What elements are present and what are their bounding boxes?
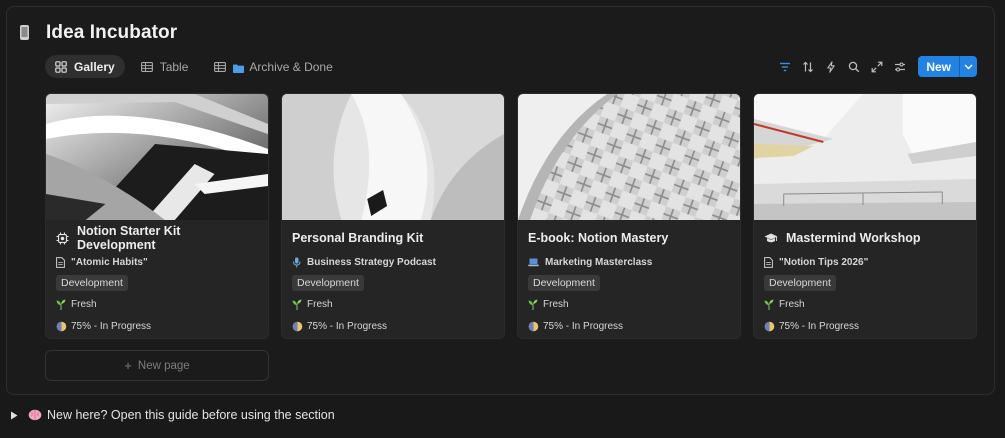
chevron-down-icon [964, 64, 973, 69]
card-title: Mastermind Workshop [764, 229, 966, 247]
card-title: Personal Branding Kit [292, 229, 494, 247]
status-text: Fresh [307, 299, 333, 310]
tab-label: Gallery [74, 59, 115, 74]
plus-icon: + [124, 358, 132, 373]
status-field: Fresh [764, 297, 966, 312]
half-circle-icon [528, 321, 539, 332]
half-circle-icon [292, 321, 303, 332]
category-tag: Development [292, 275, 364, 291]
progress-text: 75% - In Progress [307, 321, 388, 332]
tab-label: Archive & Done [249, 59, 333, 74]
tab-label: Table [159, 59, 189, 74]
card-title-text: Notion Starter Kit Development [77, 224, 181, 252]
category-tag: Development [764, 275, 836, 291]
table-icon [214, 61, 227, 72]
settings-sliders-icon[interactable] [889, 56, 910, 77]
card-title-text: Personal Branding Kit [292, 231, 424, 245]
guide-toggle[interactable]: New here? Open this guide before using t… [10, 408, 335, 422]
document-icon [56, 256, 65, 268]
progress-field: 75% - In Progress [56, 319, 258, 334]
filter-icon[interactable] [774, 56, 795, 77]
category-tag: Development [528, 275, 600, 291]
search-icon[interactable] [843, 56, 864, 77]
progress-text: 75% - In Progress [543, 321, 624, 332]
brain-icon [28, 409, 42, 421]
card-title: Notion Starter Kit Development [56, 224, 258, 252]
table-icon [140, 61, 153, 72]
gallery-card[interactable]: Notion Starter Kit Development "Atomic H… [45, 93, 269, 339]
relation-link[interactable]: Business Strategy Podcast [292, 254, 494, 270]
new-button[interactable]: New [918, 56, 959, 77]
status-field: Fresh [528, 297, 730, 312]
phone-icon [18, 23, 32, 43]
view-tabs: Gallery Table Archive & Done [45, 55, 343, 78]
microphone-icon [292, 257, 301, 268]
progress-field: 75% - In Progress [764, 319, 966, 334]
relation-text: "Atomic Habits" [71, 256, 148, 268]
lightning-icon[interactable] [820, 56, 841, 77]
card-title: E-book: Notion Mastery [528, 229, 730, 247]
laptop-icon [528, 258, 539, 267]
progress-text: 75% - In Progress [71, 321, 152, 332]
tab-gallery[interactable]: Gallery [45, 55, 125, 78]
new-page-button[interactable]: + New page [45, 350, 269, 381]
relation-text: "Notion Tips 2026" [779, 256, 869, 268]
new-page-label: New page [137, 359, 190, 372]
status-field: Fresh [292, 297, 494, 312]
relation-text: Marketing Masterclass [545, 256, 653, 268]
gallery-card[interactable]: Personal Branding Kit Business Strategy … [281, 93, 505, 339]
guide-toggle-label: New here? Open this guide before using t… [47, 408, 335, 422]
cover-image [46, 94, 268, 220]
seedling-icon [292, 299, 302, 310]
page-header: Idea Incubator [18, 22, 177, 44]
sort-icon[interactable] [797, 56, 818, 77]
new-dropdown-button[interactable] [959, 56, 977, 77]
status-text: Fresh [543, 299, 569, 310]
gallery-card[interactable]: E-book: Notion Mastery Marketing Masterc… [517, 93, 741, 339]
progress-text: 75% - In Progress [779, 321, 860, 332]
cover-image [518, 94, 740, 220]
relation-text: Business Strategy Podcast [307, 256, 436, 268]
seedling-icon [764, 299, 774, 310]
seedling-icon [56, 299, 66, 310]
half-circle-icon [764, 321, 775, 332]
cover-image [282, 94, 504, 220]
status-field: Fresh [56, 297, 258, 312]
view-toolbar: New [772, 56, 977, 77]
progress-field: 75% - In Progress [292, 319, 494, 334]
expand-icon[interactable] [866, 56, 887, 77]
page-title: Idea Incubator [46, 22, 178, 43]
status-text: Fresh [779, 299, 805, 310]
relation-link[interactable]: "Atomic Habits" [56, 254, 258, 270]
cover-image [754, 94, 976, 220]
triangle-right-icon[interactable] [10, 411, 18, 420]
status-text: Fresh [71, 299, 97, 310]
graduation-cap-icon [764, 233, 778, 244]
category-tag: Development [56, 275, 128, 291]
tab-archive-done[interactable]: Archive & Done [204, 55, 342, 78]
progress-field: 75% - In Progress [528, 319, 730, 334]
gallery-card[interactable]: Mastermind Workshop "Notion Tips 2026" D… [753, 93, 977, 339]
tab-table[interactable]: Table [131, 55, 199, 78]
new-button-group: New [918, 56, 977, 77]
card-title-text: E-book: Notion Mastery [528, 231, 669, 245]
folder-icon [233, 62, 245, 73]
seedling-icon [528, 299, 538, 310]
half-circle-icon [56, 321, 67, 332]
relation-link[interactable]: "Notion Tips 2026" [764, 254, 966, 270]
gallery-icon [55, 60, 67, 73]
document-icon [764, 256, 773, 268]
relation-link[interactable]: Marketing Masterclass [528, 254, 730, 270]
gear-chip-icon [56, 232, 69, 245]
card-title-text: Mastermind Workshop [786, 231, 921, 245]
